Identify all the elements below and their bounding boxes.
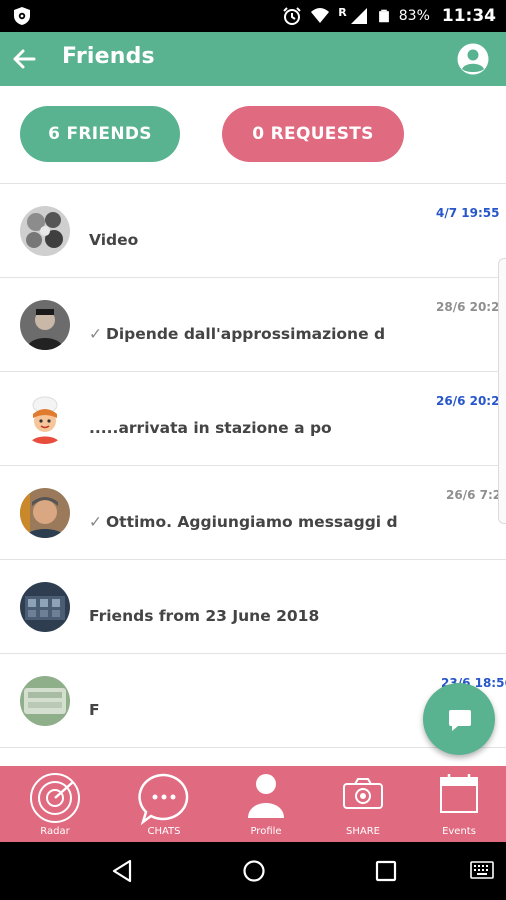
chat-bubble-icon (449, 710, 471, 731)
nav-label: Events (442, 826, 476, 837)
chat-preview: Video (89, 231, 139, 249)
signal-label: R (338, 5, 347, 19)
read-check-icon: ✓ (89, 325, 102, 343)
requests-tab-button[interactable]: 0 REQUESTS (222, 106, 404, 162)
chat-time: 28/6 20:2 (436, 300, 500, 314)
nav-label: Radar (40, 826, 70, 837)
app-bar: Friends (0, 32, 506, 86)
battery-icon (378, 9, 389, 23)
person-icon (248, 774, 284, 818)
chat-row[interactable]: Friends from 23 June 2018 (0, 560, 506, 654)
nav-chats[interactable]: CHATS (124, 766, 204, 842)
nav-label: CHATS (147, 826, 181, 837)
scrollbar[interactable] (498, 258, 506, 524)
wifi-icon (311, 8, 330, 23)
chat-preview: F (89, 701, 100, 719)
chat-time: 26/6 20:2 (436, 394, 500, 408)
avatar (20, 676, 70, 726)
status-bar: R 83% 11:34 (0, 0, 506, 32)
read-check-icon: ✓ (89, 513, 102, 531)
avatar (20, 206, 70, 256)
back-triangle-icon[interactable] (110, 859, 134, 883)
signal-icon (350, 8, 367, 24)
recents-square-icon[interactable] (375, 860, 397, 882)
avatar (20, 394, 70, 444)
radar-icon (30, 773, 80, 823)
chat-preview: Friends from 23 June 2018 (89, 607, 320, 625)
new-chat-button[interactable] (423, 683, 495, 755)
chat-row[interactable]: ✓ Ottimo. Aggiungiamo messaggi d 26/6 7:2 (0, 466, 506, 560)
chat-preview: ✓ Ottimo. Aggiungiamo messaggi d (89, 513, 398, 531)
chat-dots-icon (138, 773, 189, 826)
calendar-icon (440, 774, 478, 813)
chat-time: 4/7 19:55 (436, 206, 500, 220)
chat-row[interactable]: Video 4/7 19:55 (0, 184, 506, 278)
nav-share[interactable]: SHARE (323, 766, 403, 842)
avatar (20, 300, 70, 350)
nav-label: Profile (250, 826, 282, 837)
chat-preview: .....arrivata in stazione a po (89, 419, 332, 437)
nav-events[interactable]: Events (419, 766, 499, 842)
page-title: Friends (62, 44, 155, 69)
chat-list[interactable]: Video 4/7 19:55 ✓ Dipende dall'approssima… (0, 184, 506, 766)
chat-time: 26/6 7:2 (446, 488, 502, 502)
avatar (20, 582, 70, 632)
home-circle-icon[interactable] (242, 859, 266, 883)
chat-row[interactable]: .....arrivata in stazione a po 26/6 20:2 (0, 372, 506, 466)
friends-tab-button[interactable]: 6 FRIENDS (20, 106, 180, 162)
nav-profile[interactable]: Profile (226, 766, 306, 842)
back-arrow-icon[interactable] (6, 41, 42, 77)
alarm-icon (283, 7, 301, 25)
clock: 11:34 (441, 6, 496, 26)
nav-radar[interactable]: Radar (15, 766, 95, 842)
keyboard-icon[interactable] (470, 861, 494, 879)
battery-percent: 83% (398, 8, 430, 24)
bottom-nav: Radar CHATS Profile SHARE Events (0, 766, 506, 842)
camera-icon (343, 778, 383, 809)
shield-icon (14, 7, 30, 25)
nav-label: SHARE (346, 826, 380, 837)
account-circle-icon[interactable] (456, 42, 490, 76)
system-nav-bar (0, 842, 506, 900)
chat-preview: ✓ Dipende dall'approssimazione d (89, 325, 386, 343)
chat-row[interactable]: ✓ Dipende dall'approssimazione d 28/6 20:… (0, 278, 506, 372)
avatar (20, 488, 70, 538)
